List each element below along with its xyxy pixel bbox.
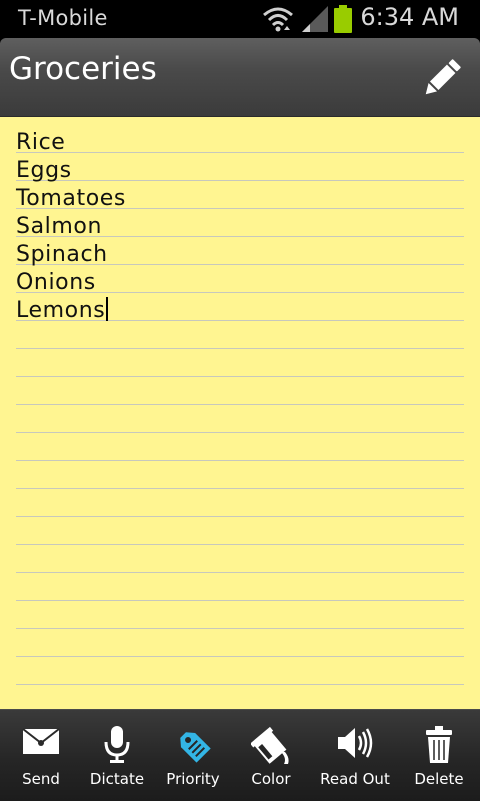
paint-bucket-icon xyxy=(251,726,289,764)
color-label: Color xyxy=(251,770,291,788)
note-line-text: Onions xyxy=(16,270,96,295)
rule-line xyxy=(16,656,464,657)
trash-icon xyxy=(426,726,452,763)
note-line-text: Tomatoes xyxy=(16,186,126,211)
clock: 6:34 AM xyxy=(360,3,459,31)
note-line-text: Salmon xyxy=(16,214,102,239)
note-line: Tomatoes xyxy=(16,185,126,213)
rule-line xyxy=(16,600,464,601)
wifi-icon xyxy=(263,7,293,32)
edit-title-button[interactable] xyxy=(419,55,465,101)
delete-button[interactable]: Delete xyxy=(398,710,480,801)
note-line-text: Rice xyxy=(16,130,66,155)
color-button[interactable]: Color xyxy=(232,710,310,801)
note-line: Salmon xyxy=(16,213,126,241)
note-text[interactable]: Rice Eggs Tomatoes Salmon Spinach Onions Lemon… xyxy=(16,129,126,325)
rule-line xyxy=(16,404,464,405)
bottom-toolbar: Send Dictate Priority Color Read Out Del… xyxy=(0,709,480,801)
note-line: Rice xyxy=(16,129,126,157)
send-label: Send xyxy=(22,770,60,788)
microphone-icon xyxy=(104,726,130,763)
priority-label: Priority xyxy=(166,770,220,788)
rule-line xyxy=(16,516,464,517)
note-editor[interactable]: Rice Eggs Tomatoes Salmon Spinach Onions Lemon… xyxy=(0,117,480,709)
dictate-label: Dictate xyxy=(89,770,145,788)
carrier-name: T-Mobile xyxy=(18,6,108,30)
rule-line xyxy=(16,432,464,433)
title-bar: Groceries xyxy=(0,38,480,117)
note-title: Groceries xyxy=(9,51,157,87)
rule-line xyxy=(16,376,464,377)
rule-line xyxy=(16,684,464,685)
dictate-button[interactable]: Dictate xyxy=(78,710,156,801)
note-line: Onions xyxy=(16,269,126,297)
delete-label: Delete xyxy=(414,770,464,788)
read-out-label: Read Out xyxy=(320,770,390,788)
note-line-text: Spinach xyxy=(16,242,108,267)
battery-icon xyxy=(334,5,352,33)
rule-line xyxy=(16,488,464,489)
rule-line xyxy=(16,544,464,545)
tag-icon xyxy=(180,732,211,763)
rule-line xyxy=(16,348,464,349)
rule-line xyxy=(16,460,464,461)
note-line: Lemons xyxy=(16,297,126,325)
send-button[interactable]: Send xyxy=(0,710,82,801)
speaker-icon xyxy=(338,728,373,758)
note-line-text: Lemons xyxy=(16,298,106,323)
priority-button[interactable]: Priority xyxy=(154,710,232,801)
note-line: Eggs xyxy=(16,157,126,185)
rule-line xyxy=(16,572,464,573)
note-line-text: Eggs xyxy=(16,158,72,183)
rule-line xyxy=(16,628,464,629)
read-out-button[interactable]: Read Out xyxy=(312,710,398,801)
status-bar: T-Mobile 6:34 AM xyxy=(0,0,480,38)
pencil-icon xyxy=(425,59,461,95)
envelope-icon xyxy=(22,728,60,754)
signal-icon xyxy=(302,6,328,32)
text-cursor xyxy=(106,297,108,321)
note-line: Spinach xyxy=(16,241,126,269)
